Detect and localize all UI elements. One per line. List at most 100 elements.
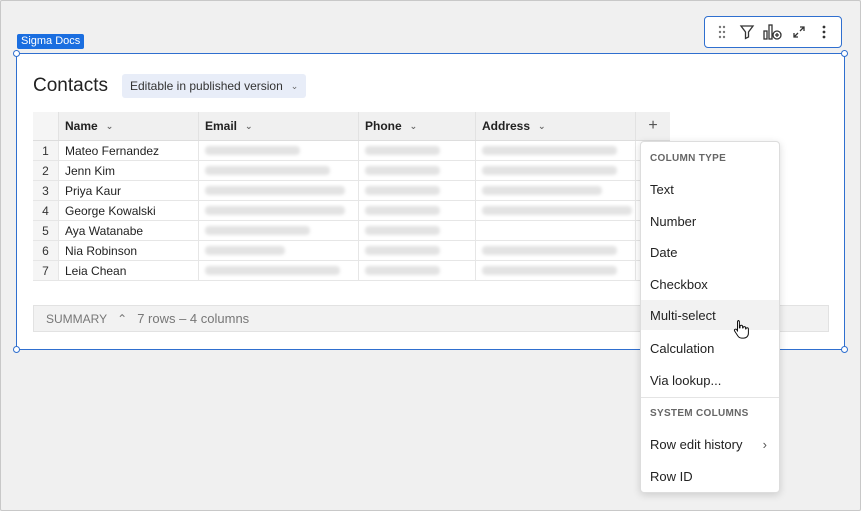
- email-cell[interactable]: [199, 261, 359, 280]
- table-title-row: Contacts Editable in published version ⌄: [33, 74, 307, 98]
- column-header-label: Email: [205, 119, 238, 133]
- name-cell[interactable]: Aya Watanabe: [59, 221, 199, 240]
- chevron-down-icon[interactable]: ⌄: [106, 121, 114, 132]
- address-cell[interactable]: [476, 141, 636, 160]
- name-cell[interactable]: Priya Kaur: [59, 181, 199, 200]
- chevron-up-icon[interactable]: ⌃: [117, 312, 127, 326]
- summary-label: SUMMARY: [46, 311, 108, 326]
- phone-cell[interactable]: [359, 241, 476, 260]
- menu-heading-system-columns: SYSTEM COLUMNS: [650, 408, 749, 419]
- row-index: 6: [33, 241, 59, 260]
- element-toolbar: [704, 16, 842, 48]
- redacted-value: [365, 226, 440, 235]
- table-row[interactable]: 6 Nia Robinson: [33, 241, 670, 261]
- redacted-value: [482, 166, 617, 175]
- editable-badge[interactable]: Editable in published version ⌄: [121, 74, 307, 98]
- row-index: 3: [33, 181, 59, 200]
- menu-item-label: Row edit history: [650, 436, 743, 452]
- redacted-value: [365, 186, 440, 195]
- redacted-value: [365, 146, 440, 155]
- menu-item-text[interactable]: Text: [641, 174, 779, 204]
- menu-item-via-lookup[interactable]: Via lookup...: [641, 365, 779, 395]
- chevron-down-icon: ⌄: [290, 80, 299, 91]
- row-index-header: [33, 112, 59, 140]
- resize-handle-bottom-right[interactable]: [841, 346, 848, 353]
- row-index: 2: [33, 161, 59, 180]
- row-index: 4: [33, 201, 59, 220]
- column-header-label: Name: [65, 119, 98, 133]
- column-type-menu: COLUMN TYPE Text Number Date Checkbox Mu…: [640, 141, 780, 493]
- drag-handle-icon[interactable]: [711, 21, 733, 43]
- name-cell[interactable]: Leia Chean: [59, 261, 199, 280]
- menu-item-date[interactable]: Date: [641, 237, 779, 267]
- menu-item-number[interactable]: Number: [641, 206, 779, 236]
- row-index: 1: [33, 141, 59, 160]
- email-cell[interactable]: [199, 161, 359, 180]
- email-cell[interactable]: [199, 201, 359, 220]
- redacted-value: [205, 226, 310, 235]
- email-cell[interactable]: [199, 181, 359, 200]
- phone-cell[interactable]: [359, 221, 476, 240]
- table-row[interactable]: 5 Aya Watanabe: [33, 221, 670, 241]
- redacted-value: [205, 206, 345, 215]
- chevron-down-icon[interactable]: ⌄: [245, 121, 253, 132]
- redacted-value: [482, 146, 617, 155]
- name-cell[interactable]: Jenn Kim: [59, 161, 199, 180]
- address-cell[interactable]: [476, 161, 636, 180]
- redacted-value: [205, 186, 345, 195]
- phone-cell[interactable]: [359, 161, 476, 180]
- table-row[interactable]: 4 George Kowalski: [33, 201, 670, 221]
- name-cell[interactable]: George Kowalski: [59, 201, 199, 220]
- table-title: Contacts: [33, 75, 108, 96]
- menu-item-row-edit-history[interactable]: Row edit history ›: [641, 429, 779, 459]
- filter-icon[interactable]: [736, 21, 758, 43]
- menu-item-calculation[interactable]: Calculation: [641, 333, 779, 363]
- menu-heading-column-type: COLUMN TYPE: [650, 153, 727, 164]
- menu-item-row-id[interactable]: Row ID: [641, 461, 779, 491]
- redacted-value: [365, 266, 440, 275]
- expand-icon[interactable]: [788, 21, 810, 43]
- menu-item-checkbox[interactable]: Checkbox: [641, 269, 779, 299]
- redacted-value: [482, 266, 617, 275]
- table-row[interactable]: 7 Leia Chean: [33, 261, 670, 281]
- table-row[interactable]: 1 Mateo Fernandez: [33, 141, 670, 161]
- phone-cell[interactable]: [359, 261, 476, 280]
- phone-cell[interactable]: [359, 181, 476, 200]
- add-column-button[interactable]: +: [636, 112, 670, 140]
- phone-cell[interactable]: [359, 201, 476, 220]
- column-header-name[interactable]: Name ⌄: [59, 112, 199, 140]
- address-cell[interactable]: [476, 181, 636, 200]
- name-cell[interactable]: Mateo Fernandez: [59, 141, 199, 160]
- resize-handle-top-right[interactable]: [841, 50, 848, 57]
- grid-header: Name ⌄ Email ⌄ Phone ⌄ Address ⌄ +: [33, 112, 670, 141]
- menu-item-multi-select[interactable]: Multi-select: [641, 300, 779, 330]
- doc-badge: Sigma Docs: [17, 34, 85, 49]
- redacted-value: [205, 146, 300, 155]
- column-header-label: Address: [482, 119, 531, 133]
- redacted-value: [365, 206, 440, 215]
- chart-add-icon[interactable]: [762, 21, 784, 43]
- address-cell[interactable]: [476, 241, 636, 260]
- address-cell[interactable]: [476, 201, 636, 220]
- address-cell[interactable]: [476, 221, 636, 240]
- chevron-down-icon[interactable]: ⌄: [538, 121, 546, 132]
- resize-handle-top-left[interactable]: [13, 50, 20, 57]
- more-icon[interactable]: [813, 21, 835, 43]
- address-cell[interactable]: [476, 261, 636, 280]
- email-cell[interactable]: [199, 141, 359, 160]
- name-cell[interactable]: Nia Robinson: [59, 241, 199, 260]
- column-header-email[interactable]: Email ⌄: [199, 112, 359, 140]
- email-cell[interactable]: [199, 221, 359, 240]
- column-header-phone[interactable]: Phone ⌄: [359, 112, 476, 140]
- email-cell[interactable]: [199, 241, 359, 260]
- redacted-value: [205, 246, 285, 255]
- phone-cell[interactable]: [359, 141, 476, 160]
- column-header-label: Phone: [365, 119, 402, 133]
- table-row[interactable]: 3 Priya Kaur: [33, 181, 670, 201]
- summary-count: 7 rows – 4 columns: [137, 311, 250, 326]
- column-header-address[interactable]: Address ⌄: [476, 112, 636, 140]
- table-row[interactable]: 2 Jenn Kim: [33, 161, 670, 181]
- chevron-down-icon[interactable]: ⌄: [410, 121, 418, 132]
- resize-handle-bottom-left[interactable]: [13, 346, 20, 353]
- redacted-value: [205, 266, 340, 275]
